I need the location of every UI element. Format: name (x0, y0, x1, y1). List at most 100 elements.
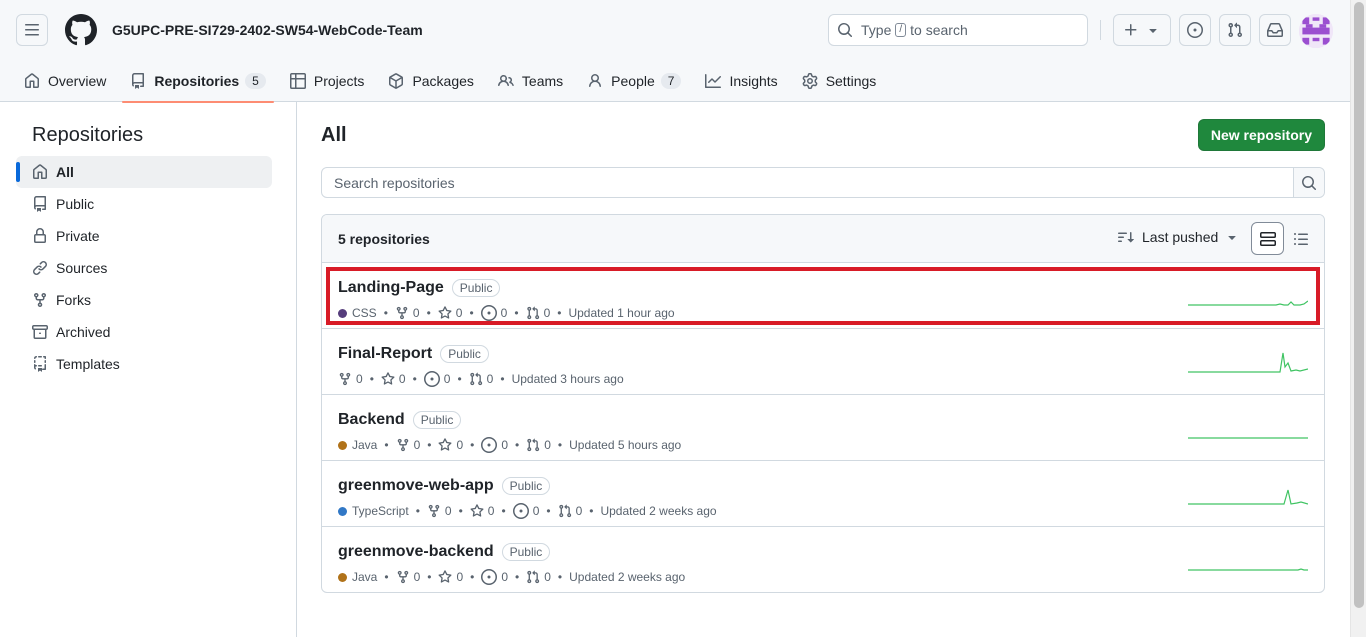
tab-teams[interactable]: Teams (490, 65, 571, 97)
tab-repositories[interactable]: Repositories 5 (122, 65, 274, 103)
repo-forks[interactable]: 0 (395, 306, 420, 320)
forks-count: 0 (413, 570, 421, 584)
inbox-button[interactable] (1259, 14, 1291, 46)
global-search-input[interactable]: Type / to search (828, 14, 1088, 46)
repo-search-input[interactable] (322, 168, 1293, 197)
meta-separator: • (470, 438, 475, 452)
repo-pull-requests[interactable]: 0 (526, 570, 551, 584)
repo-forks[interactable]: 0 (396, 438, 421, 452)
repo-icon (34, 196, 46, 212)
repo-issues[interactable]: 0 (481, 437, 508, 453)
meta-separator: • (557, 570, 563, 584)
forks-count: 0 (444, 504, 452, 518)
create-new-button[interactable] (1113, 14, 1171, 46)
meta-separator: • (412, 372, 417, 386)
repo-meta: Java • 0 • 0 • 0 • 0 • Updated 5 hours a… (338, 437, 681, 453)
tab-insights[interactable]: Insights (697, 65, 785, 97)
repo-stars[interactable]: 0 (438, 570, 463, 584)
tab-overview[interactable]: Overview (16, 65, 114, 97)
tab-packages[interactable]: Packages (380, 65, 481, 97)
activity-sparkline (1188, 489, 1308, 505)
github-logo-icon[interactable] (65, 14, 97, 46)
tab-projects[interactable]: Projects (282, 65, 373, 97)
sort-dropdown[interactable]: Last pushed (1118, 229, 1240, 245)
avatar-identicon-icon (1299, 14, 1333, 48)
repo-forks[interactable]: 0 (338, 372, 363, 386)
package-icon (389, 73, 404, 89)
activity-sparkline (1188, 437, 1308, 439)
repo-stars[interactable]: 0 (438, 306, 462, 320)
forks-count: 0 (413, 438, 421, 452)
repo-forks[interactable]: 0 (427, 504, 452, 518)
page-scrollbar[interactable] (1350, 0, 1366, 637)
repo-forks[interactable]: 0 (396, 570, 421, 584)
repo-issues[interactable]: 0 (480, 305, 507, 321)
repo-stars[interactable]: 0 (470, 504, 494, 518)
issues-count: 0 (443, 372, 451, 386)
tab-people[interactable]: People 7 (579, 65, 689, 97)
repo-name-link[interactable]: Final-Report (338, 345, 432, 363)
search-icon (838, 23, 853, 38)
issue-opened-icon (512, 503, 529, 519)
repo-pull-requests[interactable]: 0 (526, 306, 551, 320)
activity-sparkline (1188, 300, 1308, 306)
inbox-icon (1267, 23, 1283, 37)
sidebar-item-archived[interactable]: Archived (16, 316, 272, 348)
sidebar-item-templates[interactable]: Templates (16, 348, 272, 380)
sidebar-item-forks[interactable]: Forks (16, 284, 272, 316)
meta-separator: • (457, 372, 462, 386)
visibility-badge: Public (451, 279, 501, 297)
repo-name-link[interactable]: Landing-Page (338, 279, 444, 297)
repo-meta: CSS • 0 • 0 • 0 • 0 • Updated 1 hour ago (338, 305, 675, 321)
repo-language: Java (338, 570, 377, 584)
repo-language: CSS (338, 306, 377, 320)
pull-requests-button[interactable] (1219, 14, 1251, 46)
tab-settings[interactable]: Settings (794, 65, 885, 97)
repo-pull-requests[interactable]: 0 (526, 438, 551, 452)
prs-count: 0 (543, 306, 551, 320)
repo-search-button[interactable] (1293, 168, 1324, 197)
sidebar-item-sources[interactable]: Sources (16, 252, 272, 284)
repo-pull-requests[interactable]: 0 (558, 504, 582, 518)
new-repository-button[interactable]: New repository (1197, 119, 1325, 151)
visibility-badge: Public (501, 543, 551, 561)
sidebar-item-all[interactable]: All (16, 156, 272, 188)
repo-forked-icon (339, 372, 351, 386)
sidebar-title: Repositories (32, 124, 144, 146)
user-avatar[interactable] (1299, 14, 1333, 48)
tab-label: Teams (521, 73, 564, 89)
table-icon (289, 73, 306, 89)
repo-issues[interactable]: 0 (423, 371, 451, 387)
sidebar-item-label: Public (56, 196, 95, 212)
repo-name-link[interactable]: greenmove-backend (338, 543, 494, 561)
issues-button[interactable] (1179, 14, 1211, 46)
plus-icon (1125, 24, 1137, 36)
card-view-button[interactable] (1251, 222, 1284, 255)
repo-name-link[interactable]: Backend (338, 411, 405, 429)
repo-stars[interactable]: 0 (438, 438, 463, 452)
sidebar-item-label: Archived (56, 324, 111, 340)
meta-separator: • (458, 504, 463, 518)
repo-count-badge: 5 (245, 73, 266, 89)
repo-meta: 0 • 0 • 0 • 0 • Updated 3 hours ago (338, 371, 624, 387)
menu-button[interactable] (16, 14, 48, 46)
repo-stars[interactable]: 0 (381, 372, 406, 386)
repo-pull-requests[interactable]: 0 (469, 372, 493, 386)
repo-updated: Updated 3 hours ago (511, 372, 624, 386)
sidebar-item-public[interactable]: Public (16, 188, 272, 220)
meta-separator: • (415, 504, 420, 518)
tab-label: Projects (313, 73, 365, 89)
sidebar-item-private[interactable]: Private (16, 220, 272, 252)
repo-list-header: 5 repositories Last pushed (322, 215, 1324, 263)
tab-label: People (611, 73, 655, 89)
sort-label: Last pushed (1142, 229, 1219, 245)
list-view-button[interactable] (1284, 222, 1317, 255)
org-name-link[interactable]: G5UPC-PRE-SI729-2402-SW54-WebCode-Team (112, 22, 423, 38)
scrollbar-thumb[interactable] (1354, 2, 1364, 608)
repo-issues[interactable]: 0 (512, 503, 539, 519)
global-header: G5UPC-PRE-SI729-2402-SW54-WebCode-Team T… (0, 0, 1366, 103)
repo-issues[interactable]: 0 (481, 569, 508, 585)
repo-name-link[interactable]: greenmove-web-app (338, 477, 494, 495)
repo-forked-icon (428, 504, 440, 518)
meta-separator: • (384, 570, 389, 584)
